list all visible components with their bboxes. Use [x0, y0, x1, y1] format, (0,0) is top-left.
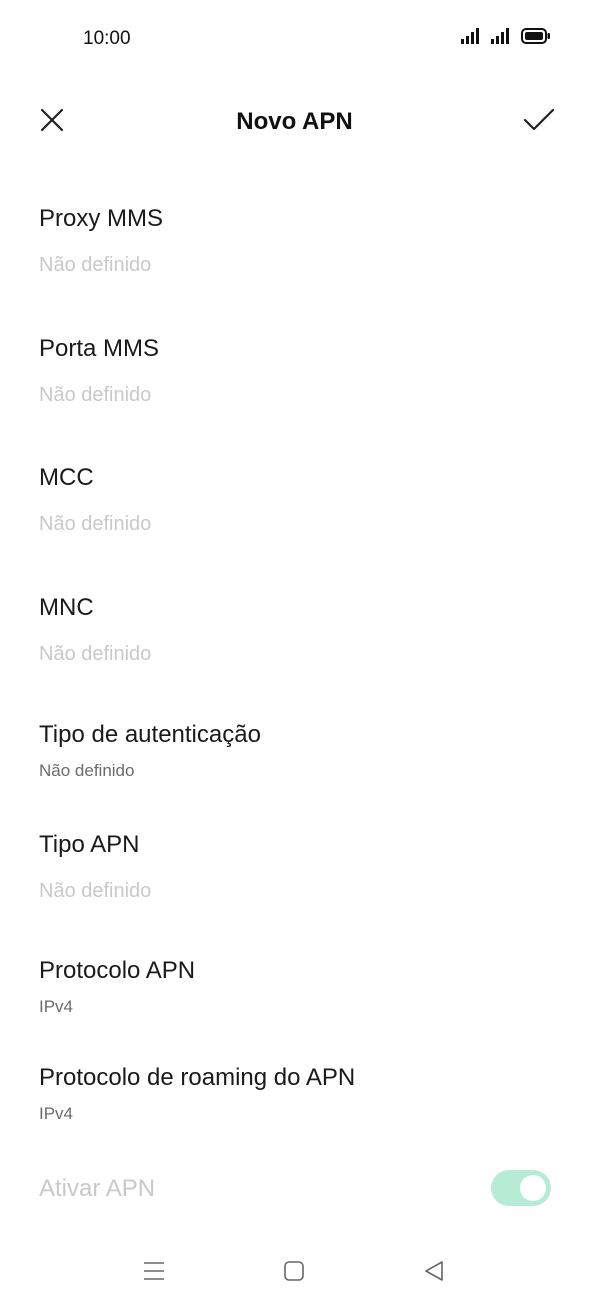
field-label: Tipo APN: [39, 831, 140, 858]
field-value: Não definido: [39, 761, 135, 780]
field-protocolo-roaming-apn[interactable]: Protocolo de roaming do APN IPv4: [39, 1063, 559, 1127]
field-label: Protocolo APN: [39, 957, 196, 984]
field-label: Proxy MMS: [39, 205, 164, 232]
field-label: Porta MMS: [39, 335, 160, 362]
menu-icon: [143, 1261, 165, 1286]
field-value: IPv4: [39, 1104, 74, 1123]
field-value: IPv4: [39, 997, 74, 1016]
ativar-apn-toggle[interactable]: [491, 1170, 551, 1206]
field-protocolo-apn[interactable]: Protocolo APN IPv4: [39, 956, 559, 1020]
page-title: Novo APN: [236, 108, 353, 135]
home-button[interactable]: [276, 1257, 312, 1289]
confirm-button[interactable]: [517, 102, 561, 142]
top-app-bar: Novo APN: [0, 90, 589, 154]
field-porta-mms[interactable]: Porta MMS Não definido: [39, 334, 559, 408]
field-label: MCC: [39, 464, 94, 491]
ativar-apn-row: Ativar APN: [39, 1170, 551, 1210]
field-value: Não definido: [39, 513, 152, 535]
ativar-apn-label: Ativar APN: [39, 1175, 156, 1202]
field-tipo-apn[interactable]: Tipo APN Não definido: [39, 830, 559, 904]
field-label: Protocolo de roaming do APN: [39, 1064, 356, 1091]
field-mcc[interactable]: MCC Não definido: [39, 463, 559, 537]
toggle-knob: [520, 1175, 546, 1201]
check-icon: [522, 107, 556, 138]
field-proxy-mms[interactable]: Proxy MMS Não definido: [39, 204, 559, 278]
status-time: 10:00: [83, 28, 131, 49]
signal-icon: [461, 28, 483, 49]
field-value: Não definido: [39, 384, 152, 406]
field-value: Não definido: [39, 643, 152, 665]
back-button[interactable]: [416, 1257, 452, 1289]
system-nav-bar: [0, 1245, 589, 1301]
menu-button[interactable]: [136, 1257, 172, 1289]
back-icon: [423, 1260, 445, 1287]
field-value: Não definido: [39, 254, 152, 276]
field-value: Não definido: [39, 880, 152, 902]
battery-icon: [521, 28, 551, 49]
field-label: MNC: [39, 594, 94, 621]
field-tipo-autenticacao[interactable]: Tipo de autenticação Não definido: [39, 720, 559, 784]
status-bar: 10:00: [0, 0, 589, 80]
home-icon: [283, 1260, 305, 1287]
field-mnc[interactable]: MNC Não definido: [39, 593, 559, 667]
field-label: Tipo de autenticação: [39, 721, 261, 748]
signal-icon: [491, 28, 513, 49]
status-icons: [461, 28, 551, 49]
